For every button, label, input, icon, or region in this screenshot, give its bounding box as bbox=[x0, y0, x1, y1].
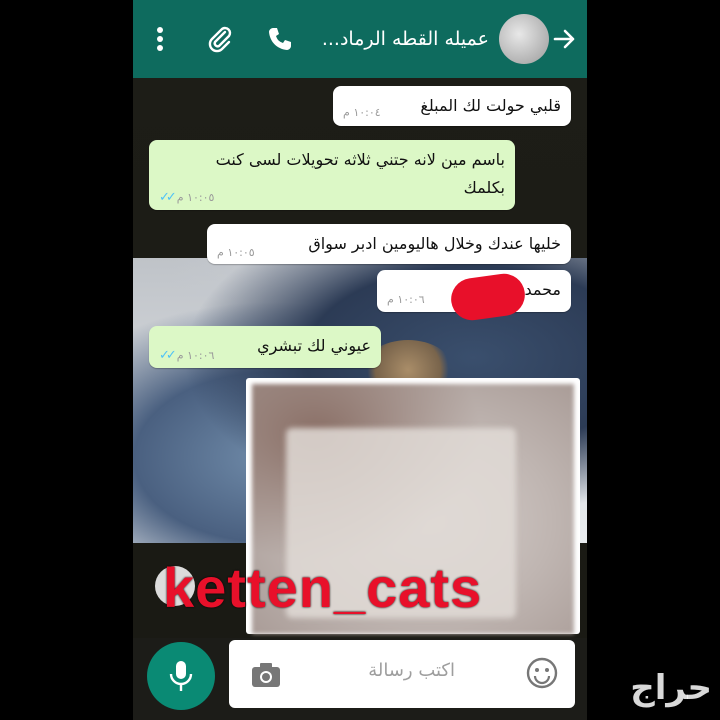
time-text: ١٠:٠٤ م bbox=[343, 106, 381, 119]
time-text: ١٠:٠٥ م bbox=[217, 246, 255, 259]
message-time: ١٠:٠٥ م bbox=[217, 239, 255, 267]
message-bubble-incoming[interactable]: خليها عندك وخلال هاليومين ادبر سواق ١٠:٠… bbox=[207, 224, 571, 264]
emoji-icon[interactable] bbox=[525, 656, 559, 690]
phone-icon[interactable] bbox=[263, 22, 297, 56]
more-vert-icon[interactable] bbox=[153, 22, 167, 56]
input-placeholder: اكتب رسالة bbox=[368, 660, 455, 681]
read-ticks-icon: ✓✓ bbox=[159, 190, 177, 205]
time-text: ١٠:٠٦ م bbox=[387, 293, 425, 306]
message-time: ✓✓ ١٠:٠٦ م bbox=[159, 342, 214, 370]
message-bubble-outgoing[interactable]: باسم مين لانه جتني ثلاثه تحويلات لسى كنت… bbox=[149, 140, 515, 210]
message-time: ١٠:٠٤ م bbox=[343, 99, 381, 127]
message-text: خليها عندك وخلال هاليومين ادبر سواق bbox=[308, 234, 561, 253]
back-arrow-icon[interactable] bbox=[549, 22, 579, 56]
message-bubble-outgoing[interactable]: عيوني لك تبشري ✓✓ ١٠:٠٦ م bbox=[149, 326, 381, 368]
camera-icon[interactable] bbox=[249, 658, 283, 692]
message-time: ✓✓ ١٠:٠٥ م bbox=[159, 184, 214, 212]
avatar[interactable] bbox=[499, 14, 549, 64]
message-input[interactable]: اكتب رسالة bbox=[229, 640, 575, 708]
chat-screen: عميله القطه الرماد... قلبي حولت لك المبل… bbox=[133, 0, 587, 720]
contact-name[interactable]: عميله القطه الرماد... bbox=[319, 24, 489, 54]
paperclip-icon[interactable] bbox=[203, 22, 237, 56]
watermark-text: ketten_cats bbox=[163, 556, 483, 619]
message-time: ١٠:٠٦ م bbox=[387, 286, 425, 314]
read-ticks-icon: ✓✓ bbox=[159, 348, 177, 363]
chat-header: عميله القطه الرماد... bbox=[133, 0, 587, 78]
message-bubble-incoming[interactable]: قلبي حولت لك المبلغ ١٠:٠٤ م bbox=[333, 86, 571, 126]
mic-button[interactable] bbox=[147, 642, 215, 710]
haraj-logo: حراج bbox=[630, 668, 712, 708]
message-text: باسم مين لانه جتني ثلاثه تحويلات لسى كنت… bbox=[215, 150, 505, 197]
time-text: ١٠:٠٦ م bbox=[176, 349, 215, 362]
mic-icon bbox=[169, 661, 193, 691]
time-text: ١٠:٠٥ م bbox=[176, 191, 215, 204]
